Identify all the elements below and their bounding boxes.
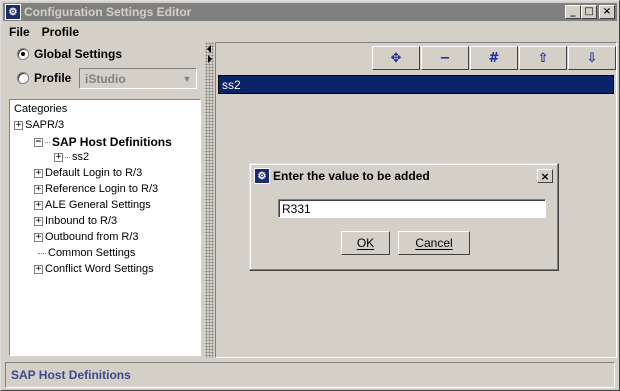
profile-radio-row[interactable]: Profile [17, 71, 71, 85]
add-value-button[interactable]: ✥ [372, 46, 420, 70]
close-button[interactable]: × [599, 5, 615, 19]
value-input[interactable]: R331 [278, 199, 546, 218]
expand-icon[interactable]: + [34, 168, 43, 178]
main-window: ⚙ Configuration Settings Editor _ □ × Fi… [0, 0, 620, 391]
tree-connector [65, 156, 70, 158]
ok-button-label: OK [356, 236, 375, 250]
app-icon: ⚙ [5, 4, 21, 20]
tree-node-sapr3[interactable]: + SAPR/3 [14, 119, 64, 131]
profile-select[interactable]: iStudio ▼ [79, 68, 197, 89]
cancel-button[interactable]: Cancel [398, 231, 470, 255]
tree-node-label: Common Settings [48, 247, 136, 259]
collapse-icon[interactable]: − [34, 137, 43, 147]
tree-node-outbound[interactable]: + Outbound from R/3 [34, 231, 139, 243]
tree-node-ss2[interactable]: + ss2 [54, 151, 89, 163]
maximize-button[interactable]: □ [581, 5, 597, 19]
tree-header: Categories [14, 103, 68, 115]
dialog-title-bar[interactable]: ⚙ Enter the value to be added × [253, 167, 555, 185]
tree-node-common-settings[interactable]: Common Settings [38, 247, 135, 259]
tree-node-conflict-word[interactable]: + Conflict Word Settings [34, 263, 154, 275]
value-list-row-selected[interactable]: ss2 [218, 75, 614, 94]
collapse-left-icon[interactable] [207, 45, 211, 53]
status-bar: SAP Host Definitions [5, 362, 615, 388]
value-toolbar: ✥ − # ⇧ ⇩ [371, 46, 616, 70]
splitter-handle[interactable] [205, 42, 214, 358]
menu-profile[interactable]: Profile [36, 25, 85, 39]
category-tree[interactable]: Categories + SAPR/3 − SAP Host Definitio… [9, 99, 201, 356]
cancel-button-label: Cancel [415, 236, 453, 250]
title-bar[interactable]: ⚙ Configuration Settings Editor _ □ × [3, 3, 617, 21]
expand-icon[interactable]: + [34, 264, 43, 274]
tree-connector [38, 252, 46, 254]
tree-node-label: ALE General Settings [45, 199, 151, 211]
profile-label: Profile [34, 71, 72, 85]
global-settings-radio[interactable] [17, 48, 29, 60]
left-panel: Global Settings Profile iStudio ▼ Catego… [5, 42, 205, 358]
tree-node-label: Reference Login to R/3 [45, 183, 159, 195]
add-value-dialog: ⚙ Enter the value to be added × R331 OK … [249, 163, 559, 271]
move-down-button[interactable]: ⇩ [568, 46, 616, 70]
profile-radio[interactable] [17, 72, 29, 84]
tree-node-label: Default Login to R/3 [45, 167, 143, 179]
menu-file[interactable]: File [3, 25, 36, 39]
tree-node-label: Outbound from R/3 [45, 231, 139, 243]
tree-node-sap-host-definitions[interactable]: − SAP Host Definitions [34, 135, 172, 149]
tree-node-label: SAPR/3 [25, 119, 65, 131]
collapse-right-icon[interactable] [208, 55, 212, 63]
menu-bar: File Profile [3, 22, 617, 41]
dialog-title: Enter the value to be added [273, 169, 430, 183]
global-settings-radio-row[interactable]: Global Settings [17, 47, 122, 61]
tree-node-label: SAP Host Definitions [52, 135, 172, 149]
dialog-close-button[interactable]: × [537, 169, 553, 183]
expand-icon[interactable]: + [14, 120, 23, 130]
expand-icon[interactable]: + [34, 184, 43, 194]
tree-node-inbound[interactable]: + Inbound to R/3 [34, 215, 117, 227]
expand-icon[interactable]: + [34, 232, 43, 242]
edit-value-button[interactable]: # [470, 46, 518, 70]
tree-node-ale-general[interactable]: + ALE General Settings [34, 199, 151, 211]
global-settings-label: Global Settings [34, 47, 123, 61]
profile-select-value: iStudio [85, 71, 126, 86]
tree-node-default-login[interactable]: + Default Login to R/3 [34, 167, 142, 179]
expand-icon[interactable]: + [54, 152, 63, 162]
tree-node-reference-login[interactable]: + Reference Login to R/3 [34, 183, 158, 195]
tree-node-label: ss2 [72, 151, 90, 163]
dialog-app-icon: ⚙ [254, 168, 270, 184]
remove-value-button[interactable]: − [421, 46, 469, 70]
move-up-button[interactable]: ⇧ [519, 46, 567, 70]
ok-button[interactable]: OK [341, 231, 390, 255]
tree-connector [45, 141, 50, 143]
chevron-down-icon[interactable]: ▼ [178, 70, 196, 87]
window-controls: _ □ × [565, 5, 615, 19]
tree-node-label: Conflict Word Settings [45, 263, 154, 275]
tree-node-label: Inbound to R/3 [45, 215, 118, 227]
minimize-button[interactable]: _ [565, 5, 581, 19]
window-title: Configuration Settings Editor [24, 5, 192, 19]
expand-icon[interactable]: + [34, 200, 43, 210]
expand-icon[interactable]: + [34, 216, 43, 226]
